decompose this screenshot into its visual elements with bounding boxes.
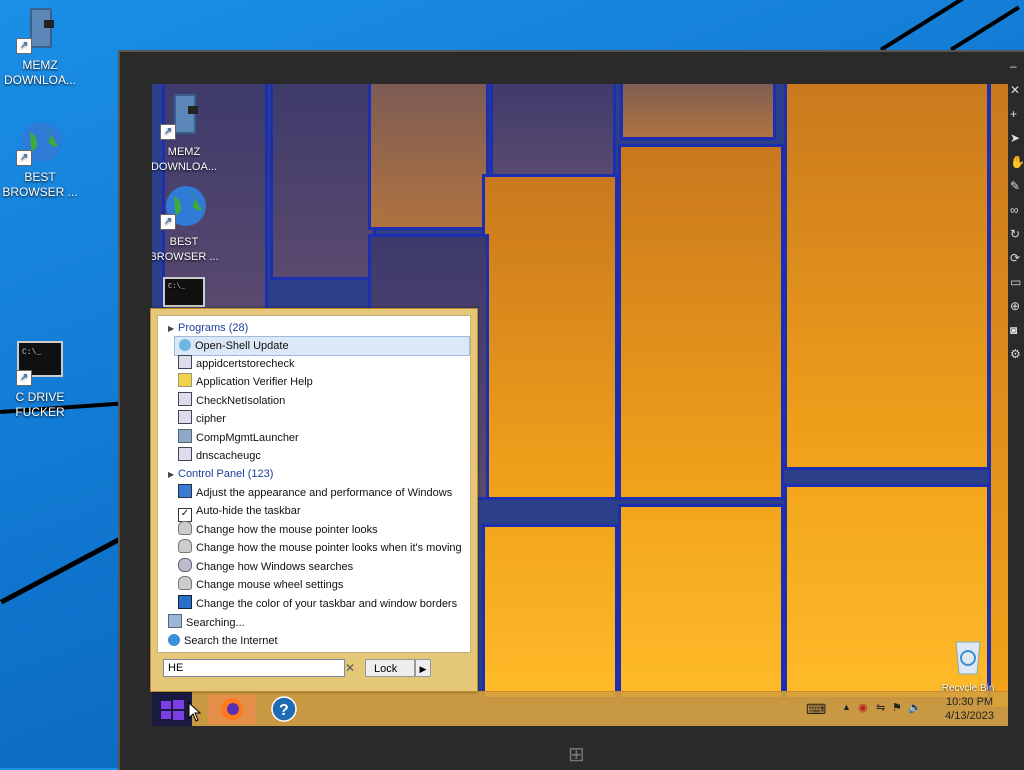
console-icon: C:\_ ↗ [16, 338, 64, 386]
start-menu: ▶ Programs (28) Open-Shell Update appidce… [150, 308, 478, 692]
svg-text:?: ? [279, 702, 289, 719]
vm-side-toolbar: – ✕ + ➤ ✋ ✎ ∞ ↻ ⟳ ▭ ⊕ ◙ ⚙ [1008, 52, 1024, 552]
volume-icon[interactable]: 🔈 [908, 701, 922, 714]
keyboard-icon[interactable]: ⌨ [806, 701, 826, 718]
mouse-icon [178, 576, 192, 590]
pin-icon[interactable]: + [1010, 104, 1024, 124]
result-compmgmtlauncher[interactable]: CompMgmtLauncher [174, 429, 468, 447]
search-input[interactable]: HE [163, 659, 345, 677]
pen-icon[interactable]: ✎ [1010, 176, 1024, 196]
search-the-internet[interactable]: Search the Internet [164, 632, 458, 650]
hand-icon[interactable]: ✋ [1010, 152, 1024, 172]
power-options-arrow-icon[interactable]: ▶ [415, 659, 431, 677]
mouse-icon [178, 539, 192, 553]
pointer-icon[interactable]: ➤ [1010, 128, 1024, 148]
minimize-icon[interactable]: – [1010, 56, 1024, 76]
monitor-icon[interactable]: ▭ [1010, 272, 1024, 292]
result-cipher[interactable]: cipher [174, 410, 468, 428]
category-control-panel[interactable]: ▶ Control Panel (123) [168, 468, 273, 480]
search-row: HE ✕ Lock ▶ [157, 659, 469, 685]
desktop-icon-memz[interactable]: ↗ MEMZ DOWNLOA... [152, 92, 224, 174]
link-icon[interactable]: ∞ [1010, 200, 1024, 220]
camera-icon[interactable]: ◙ [1010, 320, 1024, 340]
exe-icon [178, 447, 192, 461]
result-checknetisolation[interactable]: CheckNetIsolation [174, 392, 468, 410]
result-mouse-wheel[interactable]: Change mouse wheel settings [174, 576, 468, 594]
globe-icon: ↗ [16, 118, 64, 166]
binder-icon: ↗ [16, 6, 64, 54]
start-button[interactable] [152, 692, 192, 726]
result-auto-hide-taskbar[interactable]: ✓ Auto-hide the taskbar [174, 502, 468, 522]
performance-icon [178, 484, 192, 498]
result-appidcertstorecheck[interactable]: appidcertstorecheck [174, 355, 468, 373]
result-application-verifier-help[interactable]: Application Verifier Help [174, 373, 468, 391]
searching-status: Searching... [164, 614, 458, 632]
globe-icon: ↗ [160, 182, 208, 230]
category-programs[interactable]: ▶ Programs (28) [168, 322, 248, 334]
wallpaper-line [880, 0, 984, 52]
recycle-bin[interactable]: Recycle Bin [928, 636, 1008, 696]
lock-button[interactable]: Lock [365, 659, 415, 677]
result-open-shell-update[interactable]: Open-Shell Update [174, 336, 470, 356]
update-icon [179, 339, 191, 351]
refresh-icon[interactable]: ↻ [1010, 224, 1024, 244]
desktop-icon-best-browser[interactable]: ↗ BEST BROWSER ... [152, 182, 224, 264]
search-results: ▶ Programs (28) Open-Shell Update appidce… [157, 315, 471, 653]
system-tray: ⌨ ▲ ◉ ⇋ ⚑ 🔈 10:30 PM 4/13/2023 [778, 692, 1008, 726]
exe-icon [178, 355, 192, 369]
result-mouse-pointer-moving[interactable]: Change how the mouse pointer looks when … [174, 539, 468, 557]
network-icon[interactable]: ⇋ [876, 701, 885, 714]
wallpaper-line [950, 5, 1020, 52]
recycle-bin-icon [952, 636, 984, 676]
mouse-icon [178, 521, 192, 535]
clock[interactable]: 10:30 PM 4/13/2023 [945, 695, 994, 723]
internet-search-icon [168, 634, 180, 646]
firefox-icon [221, 698, 243, 720]
exe-icon [178, 410, 192, 424]
flag-icon[interactable]: ⚑ [892, 701, 902, 714]
result-windows-searches[interactable]: Change how Windows searches [174, 558, 468, 576]
checkbox-icon: ✓ [178, 508, 192, 522]
taskbar-help[interactable]: ? [260, 694, 308, 724]
result-adjust-appearance[interactable]: Adjust the appearance and performance of… [174, 484, 468, 502]
taskbar-firefox[interactable] [208, 694, 256, 724]
help-file-icon [178, 373, 192, 387]
search-settings-icon [178, 558, 192, 572]
close-icon[interactable]: ✕ [1010, 80, 1024, 100]
gear-icon[interactable]: ⚙ [1010, 344, 1024, 364]
computer-management-icon [178, 429, 192, 443]
clear-search-icon[interactable]: ✕ [345, 661, 355, 675]
display-icon [178, 595, 192, 609]
windows-home-icon[interactable]: ⊞ [568, 742, 585, 767]
show-hidden-icons-icon[interactable]: ▲ [842, 702, 851, 712]
svg-text:C:\_: C:\_ [168, 283, 186, 291]
desktop-icon-c-drive[interactable]: C:\_ ↗ C DRIVE FUCKER [0, 338, 80, 420]
desktop-icon-best-browser[interactable]: ↗ BEST BROWSER ... [0, 118, 80, 200]
globe-icon[interactable]: ⊕ [1010, 296, 1024, 316]
expand-arrow-icon: ▶ [168, 324, 175, 333]
result-mouse-pointer-looks[interactable]: Change how the mouse pointer looks [174, 521, 468, 539]
mouse-cursor-icon [188, 702, 202, 722]
action-center-icon[interactable]: ◉ [858, 701, 868, 714]
expand-arrow-icon: ▶ [168, 470, 175, 479]
searching-icon [168, 614, 182, 628]
desktop-icon-memz[interactable]: ↗ MEMZ DOWNLOA... [0, 6, 80, 88]
result-taskbar-color[interactable]: Change the color of your taskbar and win… [174, 595, 468, 613]
help-icon: ? [271, 696, 297, 722]
result-dnscacheugc[interactable]: dnscacheugc [174, 447, 468, 465]
windows-logo-icon [161, 700, 184, 720]
svg-text:C:\_: C:\_ [22, 348, 41, 357]
exe-icon [178, 392, 192, 406]
rotate-icon[interactable]: ⟳ [1010, 248, 1024, 268]
binder-icon: ↗ [160, 92, 208, 140]
taskbar: ? ⌨ ▲ ◉ ⇋ ⚑ 🔈 10:30 PM 4/13/2023 [152, 691, 1008, 726]
